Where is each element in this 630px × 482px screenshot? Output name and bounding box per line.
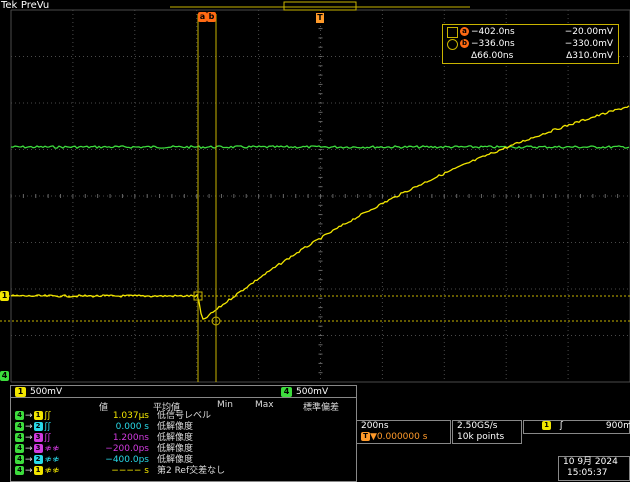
trigger-readout: 1 ʃ 900mV xyxy=(542,421,630,432)
header-min: Min xyxy=(217,400,233,410)
measurement-value: −400.0ps xyxy=(105,455,149,465)
ch4-ground-marker[interactable]: 4 xyxy=(0,371,9,381)
target-channel-badge: 3 xyxy=(33,444,43,453)
record-view-window xyxy=(283,1,357,11)
measurement-value: −200.0ps xyxy=(105,444,149,454)
measurement-status: 低解像度 xyxy=(157,422,194,432)
header-max: Max xyxy=(255,400,274,410)
cursor-delta-volt: Δ310.0mV xyxy=(566,51,613,61)
cursor-delta-time: Δ66.00ns xyxy=(471,51,514,61)
target-channel-badge: 2 xyxy=(33,422,43,431)
ch1-ground-marker[interactable]: 1 xyxy=(0,291,9,301)
source-channel-badge: 4 xyxy=(15,422,24,431)
sample-rate: 2.50GS/s xyxy=(457,421,498,431)
measurement-status: 低解像度 xyxy=(157,433,194,443)
ch1-waveform xyxy=(10,105,630,320)
edge-icon: ʃʃ xyxy=(44,411,51,421)
rising-edge-icon: ʃ xyxy=(559,421,563,431)
arrow-icon: → xyxy=(25,466,33,476)
measurement-status: 低解像度 xyxy=(157,444,194,454)
target-channel-badge: 3 xyxy=(33,433,43,442)
acquisition-box[interactable]: 2.50GS/s 10k points xyxy=(452,420,522,444)
cursor-a-tag[interactable]: a xyxy=(198,12,207,22)
measurement-source: 4 → 3 ≉≉ xyxy=(15,444,85,455)
measurement-row[interactable]: 4 → 1 ʃʃ 1.037µs 低信号レベル xyxy=(15,411,355,422)
brand-logo: Tek PreVu xyxy=(1,0,50,11)
arrow-icon: → xyxy=(25,433,33,443)
trigger-position-value: ▼0.000000 s xyxy=(370,432,428,442)
ch1-scale[interactable]: 500mV xyxy=(30,387,62,397)
cursor-b-time: −336.0ns xyxy=(471,39,515,49)
cursor-a-badge: a xyxy=(460,27,469,36)
measurement-source: 4 → 2 ʃʃ xyxy=(15,422,85,433)
graticule xyxy=(10,9,630,383)
trigger-position-readout: T ▼0.000000 s xyxy=(361,432,427,443)
measurement-value: 1.200ns xyxy=(112,433,149,443)
source-channel-badge: 4 xyxy=(15,466,24,475)
measurement-status: 低解像度 xyxy=(157,455,194,465)
source-channel-badge: 4 xyxy=(15,455,24,464)
trigger-box[interactable]: 1 ʃ 900mV xyxy=(523,420,630,434)
cursor-a-square-icon xyxy=(447,27,458,38)
measurement-source: 4 → 1 ʃʃ xyxy=(15,411,85,422)
timebase-box[interactable]: 200ns T ▼0.000000 s xyxy=(356,420,451,444)
measurement-status: 第2 Ref交差なし xyxy=(157,466,226,476)
arrow-icon: → xyxy=(25,444,33,454)
measurement-row[interactable]: 4 → 2 ʃʃ 0.000 s 低解像度 xyxy=(15,422,355,433)
cursor-b-badge: b xyxy=(460,39,469,48)
date: 10 9月 2024 xyxy=(563,457,618,467)
cursor-b-volt: −330.0mV xyxy=(564,39,613,49)
cursor-readout-panel[interactable]: a −402.0ns −20.00mV b −336.0ns −330.0mV … xyxy=(442,24,619,64)
measurement-value: 0.000 s xyxy=(115,422,149,432)
measurement-value: 1.037µs xyxy=(112,411,149,421)
time: 15:05:37 xyxy=(567,468,608,478)
edge-icon: ≉≉ xyxy=(44,455,60,465)
source-channel-badge: 4 xyxy=(15,411,24,420)
measurement-status: 低信号レベル xyxy=(157,411,212,421)
ch4-scale[interactable]: 500mV xyxy=(296,387,328,397)
horizontal-scale: 200ns xyxy=(361,421,389,431)
ch4-scale-badge[interactable]: 4 xyxy=(281,386,292,397)
trigger-t-icon: T xyxy=(361,432,370,441)
arrow-icon: → xyxy=(25,411,33,421)
target-channel-badge: 2 xyxy=(33,455,43,464)
measurement-source: 4 → 2 ≉≉ xyxy=(15,455,85,466)
source-channel-badge: 4 xyxy=(15,444,24,453)
trigger-level: 900mV xyxy=(605,421,630,431)
arrow-icon: → xyxy=(25,422,33,432)
cursor-a-time: −402.0ns xyxy=(471,27,515,37)
record-length: 10k points xyxy=(457,432,505,442)
ch1-scale-badge[interactable]: 1 xyxy=(15,386,26,397)
edge-icon: ≉≉ xyxy=(44,444,60,454)
arrow-icon: → xyxy=(25,455,33,465)
measurement-panel[interactable]: 値 平均値 Min Max 標準偏差 4 → 1 ʃʃ 1.037µs 低信号レベル 4 → 2… xyxy=(10,397,357,482)
edge-icon: ʃʃ xyxy=(44,422,51,432)
target-channel-badge: 1 xyxy=(33,411,43,420)
measurement-source: 4 → 3 ʃʃ xyxy=(15,433,85,444)
datetime-box: 10 9月 2024 15:05:37 xyxy=(558,456,630,481)
trigger-position-marker[interactable]: T xyxy=(316,13,324,23)
cursor-a-volt: −20.00mV xyxy=(564,27,613,37)
cursor-b-circle-icon xyxy=(447,39,458,50)
measurement-row[interactable]: 4 → 3 ʃʃ 1.200ns 低解像度 xyxy=(15,433,355,444)
edge-icon: ≉≉ xyxy=(44,466,60,476)
edge-icon: ʃʃ xyxy=(44,433,51,443)
measurement-row[interactable]: 4 → 3 ≉≉ −200.0ps 低解像度 xyxy=(15,444,355,455)
cursor-b-tag[interactable]: b xyxy=(207,12,216,22)
trigger-source-badge: 1 xyxy=(542,421,551,430)
measurement-row[interactable]: 4 → 2 ≉≉ −400.0ps 低解像度 xyxy=(15,455,355,466)
measurement-row[interactable]: 4 → 1 ≉≉ −−−− s 第2 Ref交差なし xyxy=(15,466,355,477)
target-channel-badge: 1 xyxy=(33,466,43,475)
source-channel-badge: 4 xyxy=(15,433,24,442)
measurement-value: −−−− s xyxy=(111,466,149,476)
ch4-waveform xyxy=(10,145,630,150)
measurement-source: 4 → 1 ≉≉ xyxy=(15,466,85,477)
